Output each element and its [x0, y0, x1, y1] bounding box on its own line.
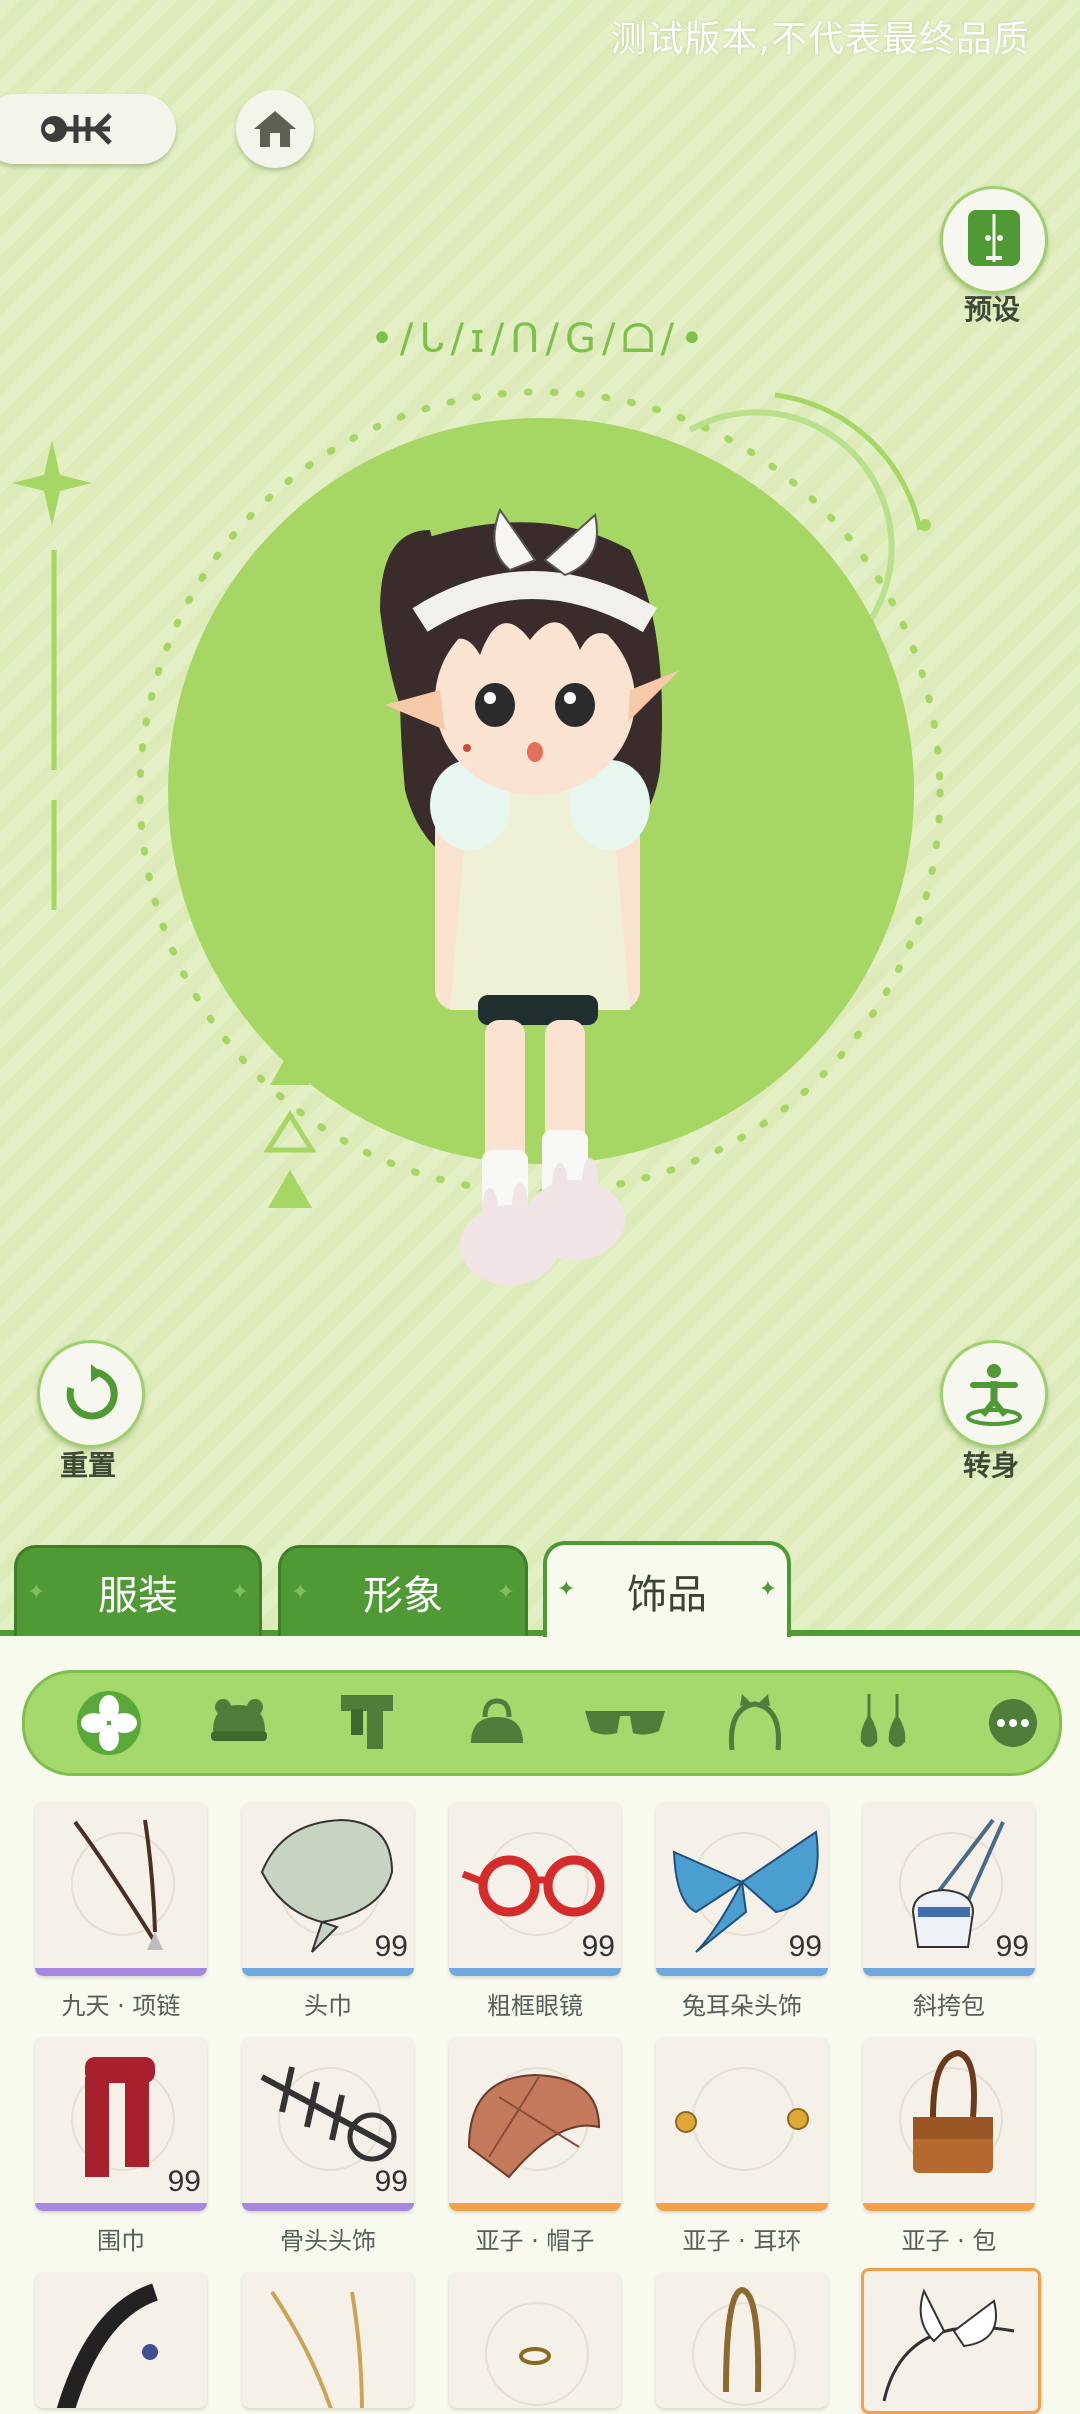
leather-bag-icon — [913, 2049, 993, 2173]
item-card-headscarf[interactable]: 99 — [242, 1802, 414, 1976]
black-bag-icon — [56, 2283, 159, 2408]
more-icon — [989, 1699, 1037, 1747]
item-count: 99 — [374, 2165, 408, 2198]
item-card-yazi-hat[interactable] — [449, 2037, 621, 2211]
category-scarves[interactable] — [325, 1681, 409, 1765]
item-card-necklace[interactable] — [35, 1802, 207, 1976]
stage-title: •/ᒐ/ɪ/ᑎ/G/ᗝ/• — [370, 316, 710, 362]
small-ring-icon — [519, 2347, 551, 2365]
category-hats[interactable] — [197, 1681, 281, 1765]
item-name: 亚子 · 帽子 — [475, 2227, 595, 2255]
item-name: 亚子 · 包 — [901, 2227, 997, 2255]
item-name: 斜挎包 — [913, 1992, 985, 2020]
gold-earrings-icon — [675, 2108, 809, 2133]
chain-necklace-icon — [270, 2290, 364, 2408]
wardrobe-icon — [968, 210, 1020, 266]
sunglasses-icon — [585, 1711, 665, 1735]
rarity-bar — [242, 2203, 414, 2211]
item-name: 围巾 — [97, 2227, 145, 2255]
tab-accessories-label: 饰品 — [627, 1572, 707, 1618]
item-count: 99 — [581, 1930, 615, 1963]
item-name: 粗框眼镜 — [487, 1992, 583, 2020]
item-card-selected[interactable] — [861, 2268, 1041, 2414]
item-card-yazi-bag[interactable] — [863, 2037, 1035, 2211]
tab-clothing[interactable]: ✦ 服装 ✦ — [14, 1545, 262, 1636]
tab-clothing-label: 服装 — [98, 1573, 178, 1619]
category-more[interactable] — [971, 1681, 1055, 1765]
bow-headband-icon — [882, 2288, 1015, 2402]
headband-icon — [728, 1694, 782, 1751]
item-count: 99 — [995, 1930, 1029, 1963]
item-name: 九天 · 项链 — [61, 1992, 181, 2020]
item-card-scarf[interactable]: 99 — [35, 2037, 207, 2211]
item-card[interactable] — [35, 2272, 207, 2408]
item-card[interactable] — [449, 2272, 621, 2408]
item-card-bone-headpiece[interactable]: 99 — [242, 2037, 414, 2211]
tab-accessories[interactable]: ✦ 饰品 ✦ — [543, 1541, 791, 1637]
turn-around-label: 转身 — [962, 1449, 1019, 1482]
character-avatar[interactable] — [360, 490, 700, 1300]
back-button[interactable] — [0, 94, 176, 164]
home-button[interactable] — [236, 90, 314, 168]
item-name: 骨头头饰 — [280, 2227, 376, 2255]
tote-bag-icon — [723, 2286, 762, 2393]
item-card[interactable] — [656, 2272, 828, 2408]
reset-label: 重置 — [59, 1449, 116, 1482]
scarf-icon — [341, 1695, 393, 1749]
item-count: 99 — [788, 1930, 822, 1963]
home-icon — [254, 111, 296, 147]
item-card[interactable] — [242, 2272, 414, 2408]
tab-appearance-label: 形象 — [363, 1573, 443, 1619]
category-glasses[interactable] — [583, 1681, 667, 1765]
test-version-watermark: 测试版本,不代表最终品质 — [610, 19, 1030, 60]
category-earrings[interactable] — [841, 1681, 925, 1765]
category-tabs: ✦ 服装 ✦ ✦ 形象 ✦ ✦ 饰品 ✦ — [0, 1541, 1080, 1637]
reset-button[interactable] — [37, 1340, 145, 1448]
tab-appearance[interactable]: ✦ 形象 ✦ — [278, 1545, 528, 1636]
category-all[interactable] — [67, 1681, 151, 1765]
rarity-bar — [863, 2203, 1035, 2211]
rarity-bar — [35, 1968, 207, 1976]
earrings-icon — [860, 1694, 906, 1747]
accessory-category-bar — [22, 1670, 1062, 1776]
rarity-bar — [35, 2203, 207, 2211]
item-name: 头巾 — [304, 1992, 352, 2020]
category-headbands[interactable] — [713, 1681, 797, 1765]
item-count: 99 — [167, 2165, 201, 2198]
rarity-bar — [449, 1968, 621, 1976]
category-bags[interactable] — [455, 1681, 539, 1765]
rarity-bar — [656, 2203, 828, 2211]
rarity-bar — [242, 1968, 414, 1976]
turn-around-button[interactable] — [940, 1340, 1048, 1448]
item-card-bunny-ears[interactable]: 99 — [656, 1802, 828, 1976]
preset-button[interactable] — [940, 186, 1048, 294]
turn-around-icon — [966, 1364, 1022, 1426]
frog-hat-icon — [211, 1699, 267, 1741]
plaid-cap-icon — [467, 2073, 601, 2179]
fishbone-back-icon — [41, 113, 112, 145]
item-card-crossbody-bag[interactable]: 99 — [863, 1802, 1035, 1976]
preset-label: 预设 — [963, 293, 1020, 326]
necklace-icon — [73, 1819, 163, 1950]
rarity-bar — [656, 1968, 828, 1976]
item-count: 99 — [374, 1930, 408, 1963]
item-card-glasses[interactable]: 99 — [449, 1802, 621, 1976]
item-name: 亚子 · 耳环 — [682, 2227, 802, 2255]
bag-icon — [471, 1698, 523, 1743]
flower-icon — [77, 1691, 141, 1755]
rarity-bar — [863, 1968, 1035, 1976]
rarity-bar — [449, 2203, 621, 2211]
item-card-yazi-earrings[interactable] — [656, 2037, 828, 2211]
reset-icon — [66, 1364, 118, 1420]
item-name: 兔耳朵头饰 — [682, 1992, 802, 2020]
